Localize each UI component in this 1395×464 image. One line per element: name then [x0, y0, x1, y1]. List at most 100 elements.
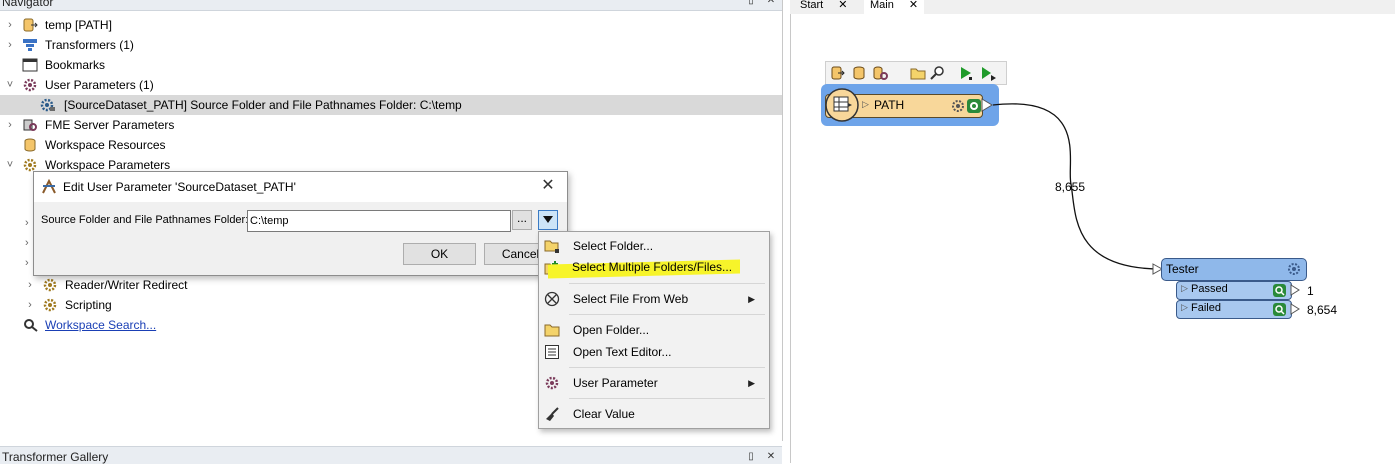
chevron-right-icon[interactable]: ›	[4, 15, 16, 35]
nav-item-workspace-resources[interactable]: Workspace Resources	[4, 135, 774, 155]
bookmark-icon	[22, 58, 38, 72]
connection-line[interactable]	[791, 14, 1395, 463]
expand-arrow-icon[interactable]: ▷	[1181, 302, 1188, 313]
search-icon	[24, 319, 38, 332]
server-parameters-icon	[23, 119, 37, 131]
workspace-canvas[interactable]: ▷ PATH 8,655 Tester ▷ Passed 1 ▷ Failed …	[790, 14, 1395, 463]
menu-item-select-folder[interactable]: Select Folder...	[539, 235, 769, 257]
navigator-header: Navigator ▯ ✕	[0, 0, 782, 11]
chevron-right-icon[interactable]: ›	[24, 275, 36, 295]
nav-item-scripting[interactable]: › Scripting	[24, 295, 524, 315]
nav-item-workspace-search[interactable]: Workspace Search...	[4, 315, 504, 335]
chevron-down-icon[interactable]: ˅	[4, 155, 16, 175]
inspect-output-icon[interactable]	[1272, 302, 1287, 317]
gear-icon	[23, 78, 37, 92]
nav-item-label: [SourceDataset_PATH] Source Folder and F…	[64, 98, 462, 112]
tester-node[interactable]: Tester	[1161, 258, 1307, 281]
menu-item-clear-value[interactable]: Clear Value	[539, 403, 769, 425]
edit-user-parameter-dialog: Edit User Parameter 'SourceDataset_PATH'…	[33, 171, 568, 276]
folder-icon	[544, 324, 560, 337]
submenu-arrow-icon: ▶	[748, 378, 755, 388]
navigator-title: Navigator	[2, 0, 54, 9]
close-icon[interactable]: ✕	[764, 0, 778, 8]
nav-item-transformers[interactable]: › Transformers (1)	[4, 35, 774, 55]
dialog-title: Edit User Parameter 'SourceDataset_PATH'	[63, 180, 296, 194]
dialog-titlebar: Edit User Parameter 'SourceDataset_PATH'…	[34, 172, 567, 202]
menu-item-label: Clear Value	[573, 407, 635, 421]
output-port-icon[interactable]	[1290, 303, 1300, 315]
gallery-title: Transformer Gallery	[2, 450, 109, 464]
path-input[interactable]	[247, 210, 511, 232]
menu-separator	[569, 398, 765, 399]
nav-item-label: User Parameters (1)	[45, 78, 154, 92]
float-icon[interactable]: ▯	[744, 450, 758, 464]
menu-item-label: Open Folder...	[573, 323, 650, 337]
nav-item-fme-server-parameters[interactable]: › FME Server Parameters	[4, 115, 774, 135]
gear-icon	[545, 376, 559, 390]
menu-item-user-parameter[interactable]: User Parameter ▶	[539, 372, 769, 394]
gear-icon[interactable]	[1286, 261, 1302, 277]
menu-item-label: User Parameter	[573, 376, 658, 390]
menu-item-label: Select Multiple Folders/Files...	[572, 260, 733, 274]
tab-start[interactable]: Start ✕	[794, 0, 854, 14]
close-icon[interactable]: ✕	[764, 450, 778, 464]
chevron-right-icon[interactable]: ›	[25, 217, 29, 229]
feature-count-label: 8,655	[1055, 180, 1086, 194]
menu-item-label: Select File From Web	[573, 292, 689, 306]
dropdown-button[interactable]	[538, 210, 558, 230]
chevron-down-icon[interactable]: ˅	[4, 75, 16, 95]
chevron-right-icon[interactable]: ›	[4, 35, 16, 55]
menu-item-label: Open Text Editor...	[573, 345, 672, 359]
output-port-icon[interactable]	[1290, 284, 1300, 296]
ok-button[interactable]: OK	[403, 243, 476, 265]
expand-arrow-icon[interactable]: ▷	[1181, 283, 1188, 294]
broom-icon	[546, 407, 559, 421]
resources-icon	[24, 138, 36, 152]
nav-item-label: Scripting	[65, 298, 112, 312]
menu-separator	[569, 283, 765, 284]
gear-icon	[43, 298, 57, 312]
nav-item-user-parameters[interactable]: ˅ User Parameters (1)	[4, 75, 774, 95]
gear-icon	[43, 278, 57, 292]
nav-item-label: Reader/Writer Redirect	[65, 278, 188, 292]
nav-item-reader-writer-redirect[interactable]: › Reader/Writer Redirect	[24, 275, 524, 295]
float-icon[interactable]: ▯	[744, 0, 758, 8]
chevron-right-icon[interactable]: ›	[25, 257, 29, 269]
field-label: Source Folder and File Pathnames Folder:	[41, 214, 249, 226]
menu-separator	[569, 314, 765, 315]
browse-button[interactable]: ...	[512, 210, 532, 230]
close-icon[interactable]: ✕	[539, 177, 557, 195]
nav-item-label: Bookmarks	[45, 58, 106, 72]
nav-item-label: FME Server Parameters	[45, 118, 175, 132]
canvas-tab-bar: Start ✕ Main ✕	[790, 0, 1395, 15]
workspace-search-link[interactable]: Workspace Search...	[45, 315, 156, 335]
chevron-right-icon[interactable]: ›	[24, 295, 36, 315]
chevron-right-icon[interactable]: ›	[4, 115, 16, 135]
chevron-down-icon	[543, 216, 553, 223]
tab-label: Start	[800, 0, 824, 11]
port-label: Passed	[1191, 283, 1228, 295]
menu-item-open-text-editor[interactable]: Open Text Editor...	[539, 341, 769, 363]
nav-item-label: Workspace Resources	[45, 138, 166, 152]
tab-main[interactable]: Main ✕	[864, 0, 925, 14]
menu-item-label: Select Folder...	[573, 239, 654, 253]
menu-item-open-folder[interactable]: Open Folder...	[539, 319, 769, 341]
port-label: Failed	[1191, 302, 1221, 314]
passed-port[interactable]: ▷ Passed	[1176, 281, 1292, 300]
folder-select-icon	[544, 240, 559, 253]
transformers-icon	[23, 39, 37, 51]
menu-item-select-file-from-web[interactable]: Select File From Web ▶	[539, 288, 769, 310]
nav-item-sourcedataset-path[interactable]: [SourceDataset_PATH] Source Folder and F…	[22, 95, 774, 115]
tester-node-label: Tester	[1166, 262, 1199, 276]
failed-port[interactable]: ▷ Failed	[1176, 300, 1292, 319]
inspect-output-icon[interactable]	[1272, 283, 1287, 298]
text-editor-icon	[545, 345, 559, 359]
nav-item-label: temp [PATH]	[45, 18, 112, 32]
close-icon[interactable]: ✕	[909, 0, 918, 11]
chevron-right-icon[interactable]: ›	[25, 237, 29, 249]
web-icon	[544, 291, 560, 307]
nav-item-temp-path[interactable]: › temp [PATH]	[4, 15, 774, 35]
fme-app-icon	[42, 179, 56, 194]
nav-item-bookmarks[interactable]: Bookmarks	[4, 55, 774, 75]
close-icon[interactable]: ✕	[838, 0, 847, 11]
